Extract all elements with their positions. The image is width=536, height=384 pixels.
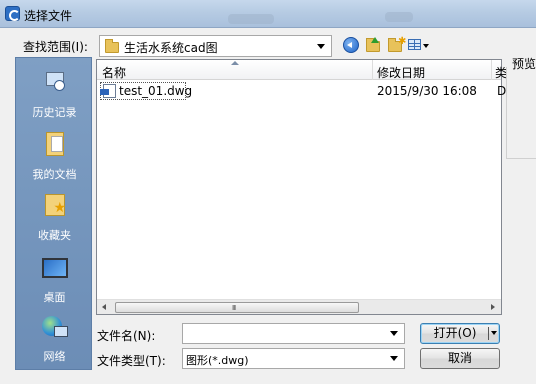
column-divider[interactable]	[372, 60, 373, 80]
chevron-down-icon[interactable]	[491, 331, 497, 335]
back-button[interactable]	[343, 37, 359, 53]
place-label: 桌面	[43, 291, 66, 304]
file-name: test_01.dwg	[119, 84, 193, 98]
arrow-up-icon	[371, 37, 379, 43]
lookin-dropdown[interactable]: 生活水系统cad图	[99, 35, 332, 57]
place-favorites[interactable]: 收藏夹	[16, 190, 93, 248]
lookin-value: 生活水系统cad图	[124, 41, 218, 55]
lookin-label: 查找范围(I):	[23, 40, 88, 54]
folder-icon	[105, 39, 119, 53]
title-bar[interactable]: 选择文件	[0, 0, 536, 28]
cancel-button-label: 取消	[447, 351, 472, 365]
scrollbar-thumb[interactable]: III	[115, 302, 359, 313]
dwg-file-icon	[100, 84, 116, 98]
filetype-select[interactable]: 图形(*.dwg)	[182, 348, 405, 369]
sort-ascending-icon	[231, 61, 239, 65]
place-label: 收藏夹	[38, 229, 71, 242]
filename-label: 文件名(N):	[97, 329, 156, 343]
scroll-right-icon[interactable]	[491, 304, 495, 310]
history-icon	[44, 70, 66, 92]
favorites-icon	[44, 194, 66, 216]
title-bar-decoration	[385, 12, 413, 22]
filetype-value: 图形(*.dwg)	[186, 354, 249, 367]
split-divider	[488, 327, 489, 340]
place-label: 历史记录	[32, 106, 77, 119]
filetype-label: 文件类型(T):	[97, 354, 166, 368]
place-my-documents[interactable]: 我的文档	[16, 128, 93, 186]
column-header-date[interactable]: 修改日期	[377, 64, 425, 81]
column-header-row: 名称 修改日期 类	[97, 60, 507, 81]
window-title: 选择文件	[24, 9, 73, 23]
open-button-label: 打开(O)	[433, 326, 477, 340]
place-history[interactable]: 历史记录	[16, 66, 93, 124]
place-desktop[interactable]: 桌面	[16, 252, 93, 310]
place-label: 我的文档	[32, 168, 77, 181]
chevron-down-icon	[390, 356, 398, 361]
new-folder-button[interactable]: ✱	[387, 36, 407, 53]
cancel-button[interactable]: 取消	[420, 348, 500, 369]
sparkle-icon: ✱	[398, 36, 407, 47]
places-bar: 历史记录 我的文档 收藏夹 桌面 网络	[15, 57, 92, 370]
open-button[interactable]: 打开(O)	[420, 323, 500, 344]
file-row[interactable]: test_01.dwg 2015/9/30 16:08 D	[98, 82, 506, 100]
chevron-down-icon	[423, 44, 429, 48]
chevron-down-icon	[317, 44, 325, 49]
filename-input[interactable]	[182, 323, 405, 344]
view-menu-button[interactable]	[408, 37, 430, 53]
scrollbar-grip: III	[232, 304, 236, 312]
title-bar-decoration	[228, 14, 274, 24]
horizontal-scrollbar[interactable]: III	[97, 299, 501, 314]
file-list[interactable]: 名称 修改日期 类 test_01.dwg 2015/9/30 16:08 D …	[96, 59, 507, 315]
column-divider[interactable]	[491, 60, 492, 80]
place-label: 网络	[43, 350, 66, 363]
network-icon	[41, 316, 68, 340]
place-network[interactable]: 网络	[16, 312, 93, 370]
my-documents-icon	[45, 132, 64, 156]
column-header-name[interactable]: 名称	[102, 64, 126, 81]
file-type: D	[497, 84, 507, 98]
desktop-icon	[41, 258, 68, 278]
up-folder-button[interactable]	[365, 37, 381, 53]
app-icon	[5, 6, 20, 21]
view-grid-icon	[408, 39, 421, 50]
preview-pane	[506, 67, 536, 159]
chevron-down-icon[interactable]	[390, 331, 398, 336]
file-date: 2015/9/30 16:08	[377, 84, 477, 98]
scroll-left-icon[interactable]	[102, 304, 106, 310]
